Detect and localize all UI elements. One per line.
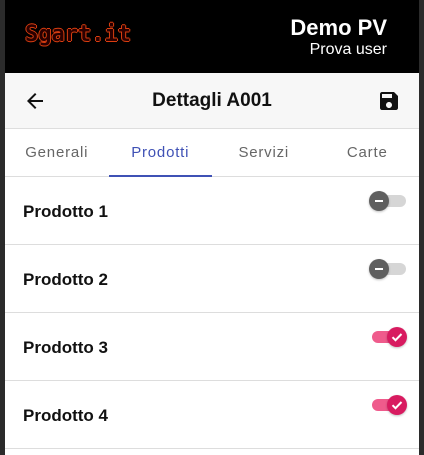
list-item: Prodotto 1 [5, 177, 419, 245]
tab-servizi[interactable]: Servizi [212, 129, 316, 176]
product-toggle[interactable] [369, 394, 407, 416]
tab-bar: Generali Prodotti Servizi Carte [5, 129, 419, 177]
toggle-thumb [387, 395, 407, 415]
save-button[interactable] [377, 89, 401, 113]
list-item: Prodotto 2 [5, 245, 419, 313]
product-label: Prodotto 3 [23, 338, 108, 357]
toggle-thumb [387, 327, 407, 347]
tab-generali[interactable]: Generali [5, 129, 109, 176]
user-info: Demo PV Prova user [290, 16, 387, 60]
top-header: Sgart.it Demo PV Prova user [5, 0, 419, 73]
app-frame: Sgart.it Demo PV Prova user Dettagli A00… [5, 0, 419, 455]
product-label: Prodotto 4 [23, 406, 108, 425]
product-list: Prodotto 1 Prodotto 2 Prodotto 3 Prodott… [5, 177, 419, 449]
product-label: Prodotto 1 [23, 202, 108, 221]
detail-toolbar: Dettagli A001 [5, 73, 419, 129]
back-button[interactable] [23, 89, 47, 113]
save-icon [380, 92, 398, 110]
check-icon [391, 401, 403, 410]
list-item: Prodotto 4 [5, 381, 419, 449]
product-label: Prodotto 2 [23, 270, 108, 289]
minus-icon [375, 268, 383, 270]
sgart-logo[interactable]: Sgart.it [25, 22, 131, 47]
product-toggle[interactable] [369, 326, 407, 348]
product-toggle[interactable] [369, 190, 407, 212]
tab-prodotti[interactable]: Prodotti [108, 129, 213, 177]
check-icon [391, 333, 403, 342]
tab-carte[interactable]: Carte [316, 129, 420, 176]
user-name: Prova user [309, 41, 387, 58]
list-item: Prodotto 3 [5, 313, 419, 381]
page-title: Dettagli A001 [152, 89, 272, 111]
toggle-thumb [369, 259, 389, 279]
minus-icon [375, 200, 383, 202]
arrow-back-icon [27, 93, 43, 109]
product-toggle[interactable] [369, 258, 407, 280]
toggle-thumb [369, 191, 389, 211]
app-name: Demo PV [290, 15, 387, 40]
